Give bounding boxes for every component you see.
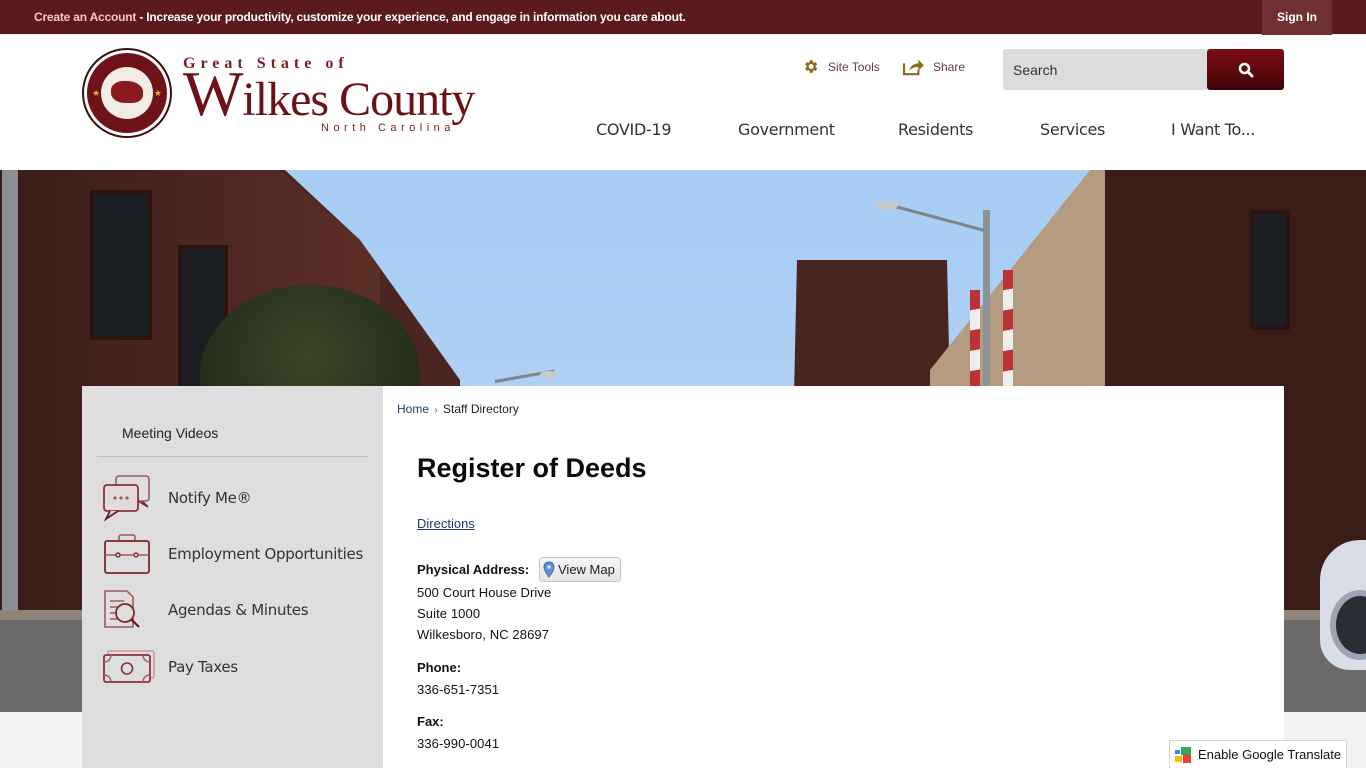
create-account-message: Create an Account - Increase your produc… <box>34 10 686 24</box>
main-content: Home › Staff Directory Register of Deeds… <box>383 386 1284 768</box>
seal-state-shape <box>111 81 143 103</box>
phone-number[interactable]: 336-651-7351 <box>417 682 499 697</box>
logo-line-county: Wilkes County <box>183 62 475 126</box>
gear-icon <box>805 60 818 73</box>
quick-link-label: Notify Me® <box>168 489 252 507</box>
physical-address-label: Physical Address: <box>417 562 530 577</box>
money-icon <box>102 643 156 691</box>
hero-pole <box>2 170 18 670</box>
document-search-icon <box>102 586 156 634</box>
create-account-link[interactable]: Create an Account <box>34 10 136 24</box>
quick-link-label: Employment Opportunities <box>168 545 363 563</box>
breadcrumb-current[interactable]: Staff Directory <box>443 402 519 416</box>
quick-link-pay-taxes[interactable]: Pay Taxes <box>102 643 238 691</box>
logo-county-name: ilkes County <box>242 73 475 126</box>
star-icon: ★ <box>92 88 101 98</box>
phone-label: Phone: <box>417 660 462 675</box>
hero-car-wheel <box>1330 590 1366 660</box>
sign-in-button[interactable]: Sign In <box>1262 0 1332 35</box>
search-input[interactable] <box>1003 49 1207 90</box>
hero-window <box>90 190 152 340</box>
enable-google-translate-button[interactable]: Enable Google Translate <box>1169 740 1347 768</box>
fax-number: 336-990-0041 <box>417 736 500 751</box>
chat-bubbles-icon <box>102 474 156 522</box>
hero-window <box>1250 210 1290 330</box>
sidebar-link-meeting-videos[interactable]: Meeting Videos <box>122 425 218 441</box>
sidebar-divider <box>97 456 368 457</box>
share-label: Share <box>933 60 966 74</box>
map-pin-icon <box>543 561 555 578</box>
site-tools-button[interactable]: Site Tools <box>802 58 880 75</box>
search-button[interactable] <box>1207 49 1284 90</box>
seal-ring: ★ ★ <box>87 53 167 133</box>
breadcrumb-home[interactable]: Home <box>397 402 429 416</box>
hero-lamp-arm <box>894 205 985 232</box>
site-tools-label: Site Tools <box>828 59 880 74</box>
hero-lamp-head <box>540 371 558 378</box>
view-map-button[interactable]: View Map <box>539 557 621 582</box>
quick-link-notify-me[interactable]: Notify Me® <box>102 474 252 522</box>
county-seal-logo[interactable]: ★ ★ <box>82 48 172 138</box>
share-button[interactable]: Share <box>902 58 965 76</box>
nav-services[interactable]: Services <box>1040 120 1105 139</box>
site-logo-text[interactable]: Great State of Wilkes County North Carol… <box>183 55 475 134</box>
nav-government[interactable]: Government <box>738 120 835 139</box>
breadcrumb-separator: › <box>434 405 438 416</box>
briefcase-icon <box>102 530 156 578</box>
star-icon: ★ <box>153 88 162 98</box>
seal-center <box>101 67 153 119</box>
page-title: Register of Deeds <box>417 453 647 483</box>
breadcrumb: Home › Staff Directory <box>397 402 519 416</box>
directions-link[interactable]: Directions <box>417 516 475 531</box>
nav-residents[interactable]: Residents <box>898 120 973 139</box>
google-translate-icon <box>1175 746 1191 763</box>
search-icon <box>1238 62 1253 77</box>
nav-covid-19[interactable]: COVID-19 <box>596 120 672 139</box>
logo-line-state: North Carolina <box>321 122 455 134</box>
share-icon <box>902 59 924 76</box>
logo-initial: W <box>183 58 243 129</box>
translate-label: Enable Google Translate <box>1198 747 1342 762</box>
quick-link-label: Agendas & Minutes <box>168 601 309 619</box>
address-line-2: Suite 1000 <box>417 606 481 621</box>
site-header: ★ ★ Great State of Wilkes County North C… <box>0 35 1366 170</box>
search-field[interactable] <box>1003 49 1207 90</box>
quick-link-employment-opportunities[interactable]: Employment Opportunities <box>102 530 363 578</box>
quick-link-label: Pay Taxes <box>168 658 238 676</box>
hero-lamp-head <box>876 201 898 210</box>
fax-label: Fax: <box>417 714 444 729</box>
quick-link-agendas-minutes[interactable]: Agendas & Minutes <box>102 586 309 634</box>
view-map-label: View Map <box>558 562 615 577</box>
sidebar: Meeting Videos Notify Me® Employment Opp… <box>82 386 383 768</box>
hero-car <box>1320 540 1366 670</box>
nav-i-want-to[interactable]: I Want To... <box>1171 120 1255 139</box>
address-line-1: 500 Court House Drive <box>417 585 552 600</box>
top-account-bar: Create an Account - Increase your produc… <box>0 0 1366 35</box>
address-line-3: Wilkesboro, NC 28697 <box>417 627 550 642</box>
create-account-text: - Increase your productivity, customize … <box>136 10 686 24</box>
